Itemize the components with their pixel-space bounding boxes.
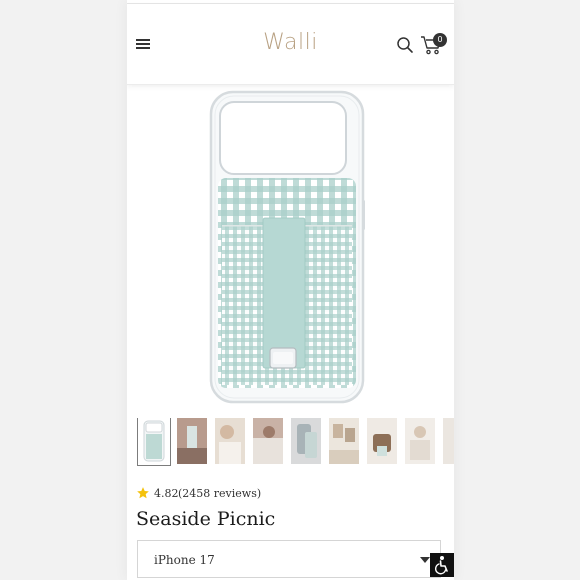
thumbnail-2[interactable]: [177, 418, 207, 464]
thumbnail-6[interactable]: [329, 418, 359, 464]
thumbnail-4[interactable]: [253, 418, 283, 464]
mobile-page: Walli 0 4.82 (2458 reviews) Seaside Picn…: [127, 0, 454, 580]
search-icon[interactable]: [396, 36, 414, 54]
thumbnail-9[interactable]: [443, 418, 454, 464]
star-icon: [137, 487, 149, 499]
product-image[interactable]: [209, 90, 369, 405]
product-title: Seaside Picnic: [136, 508, 276, 530]
variant-selected-value: iPhone 17: [154, 553, 215, 567]
rating-value: 4.82: [154, 487, 179, 500]
variant-select[interactable]: iPhone 17: [137, 540, 441, 578]
thumbnail-3[interactable]: [215, 418, 245, 464]
cart-count-badge: 0: [433, 33, 447, 47]
thumbnail-7[interactable]: [367, 418, 397, 464]
thumbnail-1[interactable]: [137, 418, 171, 466]
thumbnail-gallery: [137, 418, 454, 466]
thumbnail-5[interactable]: [291, 418, 321, 464]
accessibility-button[interactable]: [430, 553, 454, 577]
chevron-down-icon: [420, 557, 430, 563]
review-count: (2458 reviews): [178, 487, 262, 500]
accessibility-icon: [435, 556, 448, 575]
site-header: Walli 0: [127, 4, 454, 85]
thumbnail-8[interactable]: [405, 418, 435, 464]
